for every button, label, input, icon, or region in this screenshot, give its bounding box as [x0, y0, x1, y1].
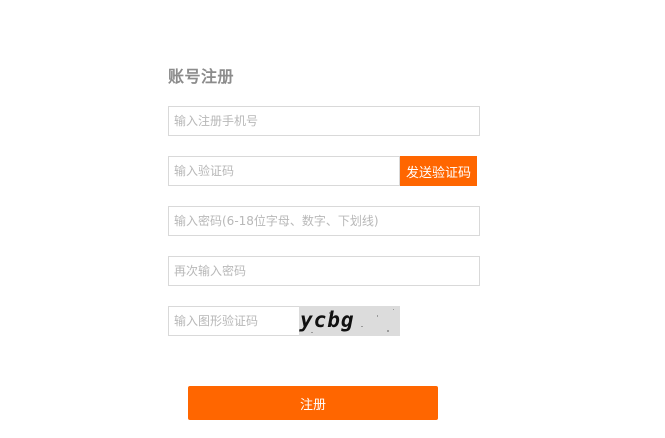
captcha-noise	[387, 330, 389, 332]
captcha-noise	[361, 326, 363, 327]
send-code-button[interactable]: 发送验证码	[400, 156, 477, 186]
captcha-noise	[311, 332, 313, 333]
register-button[interactable]: 注册	[188, 386, 438, 420]
captcha-image[interactable]: ycbg	[299, 306, 400, 336]
password-input[interactable]	[168, 206, 480, 236]
captcha-text: ycbg	[300, 308, 355, 332]
confirm-password-input[interactable]	[168, 256, 480, 286]
page-title: 账号注册	[168, 67, 235, 86]
captcha-noise	[377, 315, 378, 317]
image-code-input[interactable]	[168, 306, 300, 336]
phone-input[interactable]	[168, 106, 480, 136]
sms-code-input[interactable]	[168, 156, 400, 186]
captcha-noise	[393, 309, 394, 310]
